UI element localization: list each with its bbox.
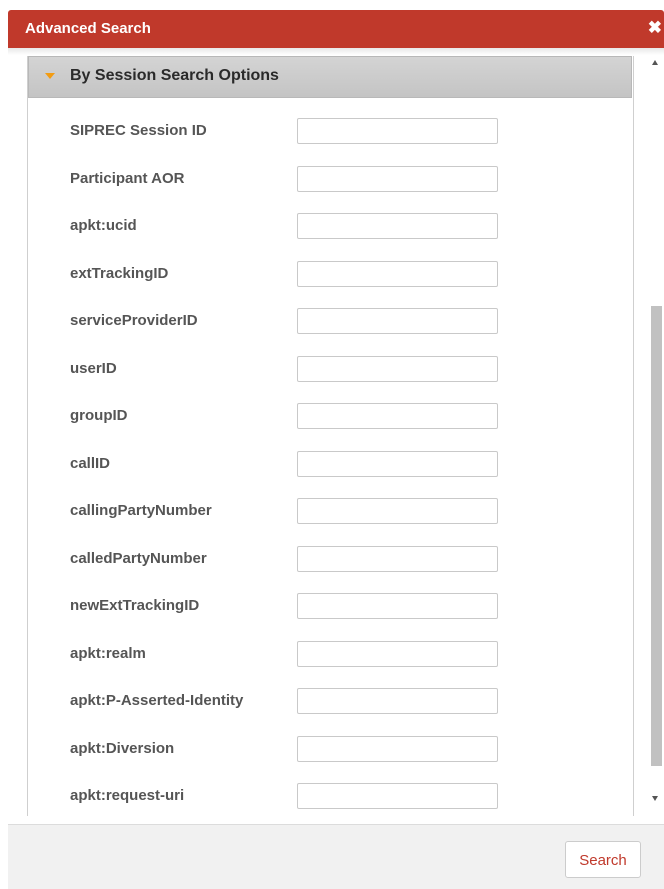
field-input[interactable] xyxy=(297,213,498,239)
scrollbar[interactable] xyxy=(648,56,664,816)
field-label: Participant AOR xyxy=(70,170,185,187)
field-input[interactable] xyxy=(297,261,498,287)
field-input[interactable] xyxy=(297,403,498,429)
field-input[interactable] xyxy=(297,356,498,382)
close-icon[interactable]: ✖ xyxy=(648,18,662,38)
field-input[interactable] xyxy=(297,451,498,477)
field-input[interactable] xyxy=(297,783,498,809)
dialog-titlebar: Advanced Search ✖ xyxy=(8,10,664,48)
field-label: userID xyxy=(70,360,117,377)
field-label: callingPartyNumber xyxy=(70,502,212,519)
caret-down-icon xyxy=(45,73,55,79)
field-label: calledPartyNumber xyxy=(70,550,207,567)
section-header-by-session[interactable]: By Session Search Options xyxy=(28,56,632,98)
scroll-up-arrow-icon[interactable] xyxy=(652,60,658,65)
dialog-footer: Search xyxy=(8,824,664,889)
dialog-title: Advanced Search xyxy=(25,20,151,37)
field-input[interactable] xyxy=(297,498,498,524)
field-label: SIPREC Session ID xyxy=(70,122,207,139)
dialog-body-shadow xyxy=(8,48,664,55)
field-input[interactable] xyxy=(297,641,498,667)
field-input[interactable] xyxy=(297,593,498,619)
field-input[interactable] xyxy=(297,166,498,192)
field-label: apkt:request-uri xyxy=(70,787,185,804)
field-input[interactable] xyxy=(297,308,498,334)
field-input[interactable] xyxy=(297,736,498,762)
field-label: apkt:realm xyxy=(70,645,146,662)
scroll-down-arrow-icon[interactable] xyxy=(652,796,658,801)
field-label: serviceProviderID xyxy=(70,312,198,329)
field-label: callID xyxy=(70,455,111,472)
field-label: newExtTrackingID xyxy=(70,597,200,614)
field-label: apkt:P-Asserted-Identity xyxy=(70,692,244,709)
field-input[interactable] xyxy=(297,546,498,572)
search-button[interactable]: Search xyxy=(565,841,641,878)
field-input[interactable] xyxy=(297,688,498,714)
field-label: extTrackingID xyxy=(70,265,169,282)
field-label: apkt:ucid xyxy=(70,217,137,234)
scrollbar-thumb[interactable] xyxy=(651,306,662,766)
field-label: groupID xyxy=(70,407,128,424)
field-input[interactable] xyxy=(297,118,498,144)
section-title: By Session Search Options xyxy=(70,67,279,84)
field-label: apkt:Diversion xyxy=(70,740,175,757)
